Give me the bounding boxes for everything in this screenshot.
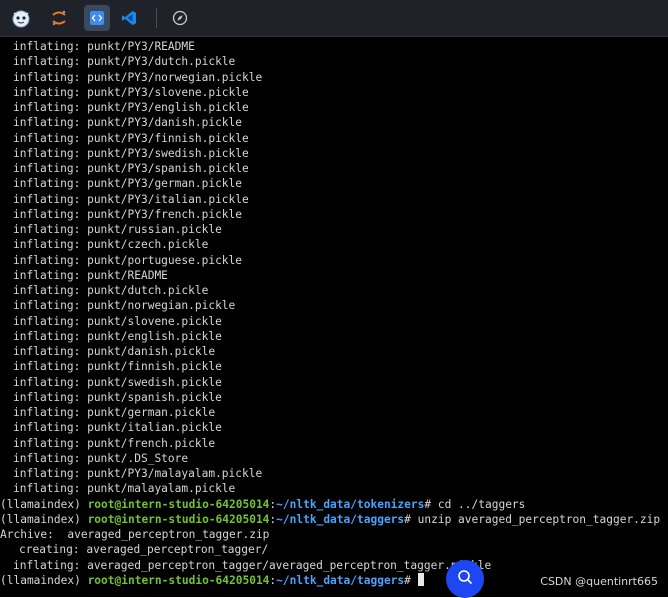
terminal-output-line: inflating: punkt/PY3/english.pickle	[13, 101, 249, 114]
code-editor-icon[interactable]	[84, 5, 110, 31]
command-text: cd ../taggers	[437, 497, 526, 511]
terminal-output-line: inflating: punkt/PY3/italian.pickle	[13, 192, 249, 206]
mascot-logo-icon[interactable]	[8, 5, 34, 31]
top-toolbar	[0, 0, 668, 37]
csdn-watermark: CSDN @quentinrt665	[540, 575, 658, 588]
terminal-output-line: inflating: punkt/PY3/malayalam.pickle	[13, 467, 263, 480]
chat-assistant-icon	[456, 568, 474, 590]
prompt-env: (llamaindex)	[0, 497, 88, 511]
terminal-output-line: inflating: punkt/PY3/danish.pickle	[13, 116, 243, 130]
terminal-output-line: inflating: punkt/english.pickle	[13, 329, 222, 343]
terminal-output-line: inflating: punkt/spanish.pickle	[13, 390, 222, 404]
terminal-output-line: inflating: punkt/PY3/finnish.pickle	[13, 131, 249, 145]
jupyter-icon[interactable]	[46, 5, 72, 31]
prompt-symbol: #	[404, 573, 418, 587]
terminal-output-line: inflating: punkt/danish.pickle	[13, 345, 216, 358]
prompt-symbol: #	[424, 497, 438, 511]
terminal-output-line: inflating: punkt/README	[13, 268, 168, 282]
terminal-output-line: inflating: punkt/.DS_Store	[13, 451, 189, 465]
prompt-user: root@intern-studio-64205014	[87, 497, 270, 511]
vscode-icon[interactable]	[116, 5, 142, 31]
terminal-output-line: inflating: punkt/PY3/slovene.pickle	[13, 85, 249, 99]
terminal-output-line: inflating: punkt/czech.pickle	[13, 238, 209, 252]
prompt-symbol: #	[404, 512, 418, 526]
prompt-path: ~/nltk_data/taggers	[276, 512, 405, 526]
prompt-line-2: (llamaindex) root@intern-studio-64205014…	[0, 512, 668, 527]
terminal-output-line: inflating: punkt/norwegian.pickle	[13, 299, 236, 313]
terminal-output-line: inflating: punkt/malayalam.pickle	[13, 482, 236, 496]
chat-assistant-button[interactable]	[446, 560, 484, 598]
terminal-output-line: inflating: punkt/french.pickle	[13, 436, 216, 450]
prompt-user: root@intern-studio-64205014	[87, 573, 270, 587]
terminal-output-line: inflating: punkt/german.pickle	[13, 406, 216, 419]
prompt-env: (llamaindex)	[0, 573, 88, 587]
inflating-final-line: inflating: averaged_perceptron_tagger/av…	[13, 558, 492, 572]
terminal-output-line: inflating: punkt/portuguese.pickle	[13, 253, 243, 267]
terminal-output-line: inflating: punkt/italian.pickle	[13, 421, 222, 435]
prompt-line-1: (llamaindex) root@intern-studio-64205014…	[0, 497, 668, 512]
terminal-output: inflating: punkt/PY3/README inflating: pu…	[0, 37, 668, 497]
terminal-output-line: inflating: punkt/swedish.pickle	[13, 375, 222, 389]
compass-icon[interactable]	[167, 5, 193, 31]
terminal-output-line: inflating: punkt/PY3/norwegian.pickle	[13, 70, 263, 84]
prompt-env: (llamaindex)	[0, 512, 88, 526]
terminal-output-line: inflating: punkt/PY3/french.pickle	[13, 207, 243, 221]
terminal-output-line: inflating: punkt/PY3/spanish.pickle	[13, 162, 249, 175]
prompt-path: ~/nltk_data/taggers	[276, 573, 405, 587]
command-text: unzip averaged_perceptron_tagger.zip	[417, 512, 661, 526]
prompt-user: root@intern-studio-64205014	[87, 512, 270, 526]
terminal-output-line: inflating: punkt/dutch.pickle	[13, 284, 209, 297]
terminal-output-line: inflating: punkt/finnish.pickle	[13, 360, 222, 374]
terminal-cursor	[417, 572, 424, 586]
terminal-output-line: inflating: punkt/PY3/dutch.pickle	[13, 55, 236, 69]
terminal-output-line: inflating: punkt/slovene.pickle	[13, 314, 222, 328]
creating-line: creating: averaged_perceptron_tagger/	[19, 543, 269, 557]
archive-line: Archive: averaged_perceptron_tagger.zip	[0, 528, 270, 541]
terminal-output-line: inflating: punkt/PY3/README	[13, 40, 195, 53]
terminal-output-line: inflating: punkt/PY3/german.pickle	[13, 177, 243, 191]
terminal-output-line: inflating: punkt/russian.pickle	[13, 223, 222, 236]
terminal-window[interactable]: inflating: punkt/PY3/README inflating: pu…	[0, 37, 668, 597]
toolbar-divider	[156, 8, 157, 28]
terminal-output-line: inflating: punkt/PY3/swedish.pickle	[13, 146, 249, 160]
prompt-path: ~/nltk_data/tokenizers	[276, 497, 425, 511]
